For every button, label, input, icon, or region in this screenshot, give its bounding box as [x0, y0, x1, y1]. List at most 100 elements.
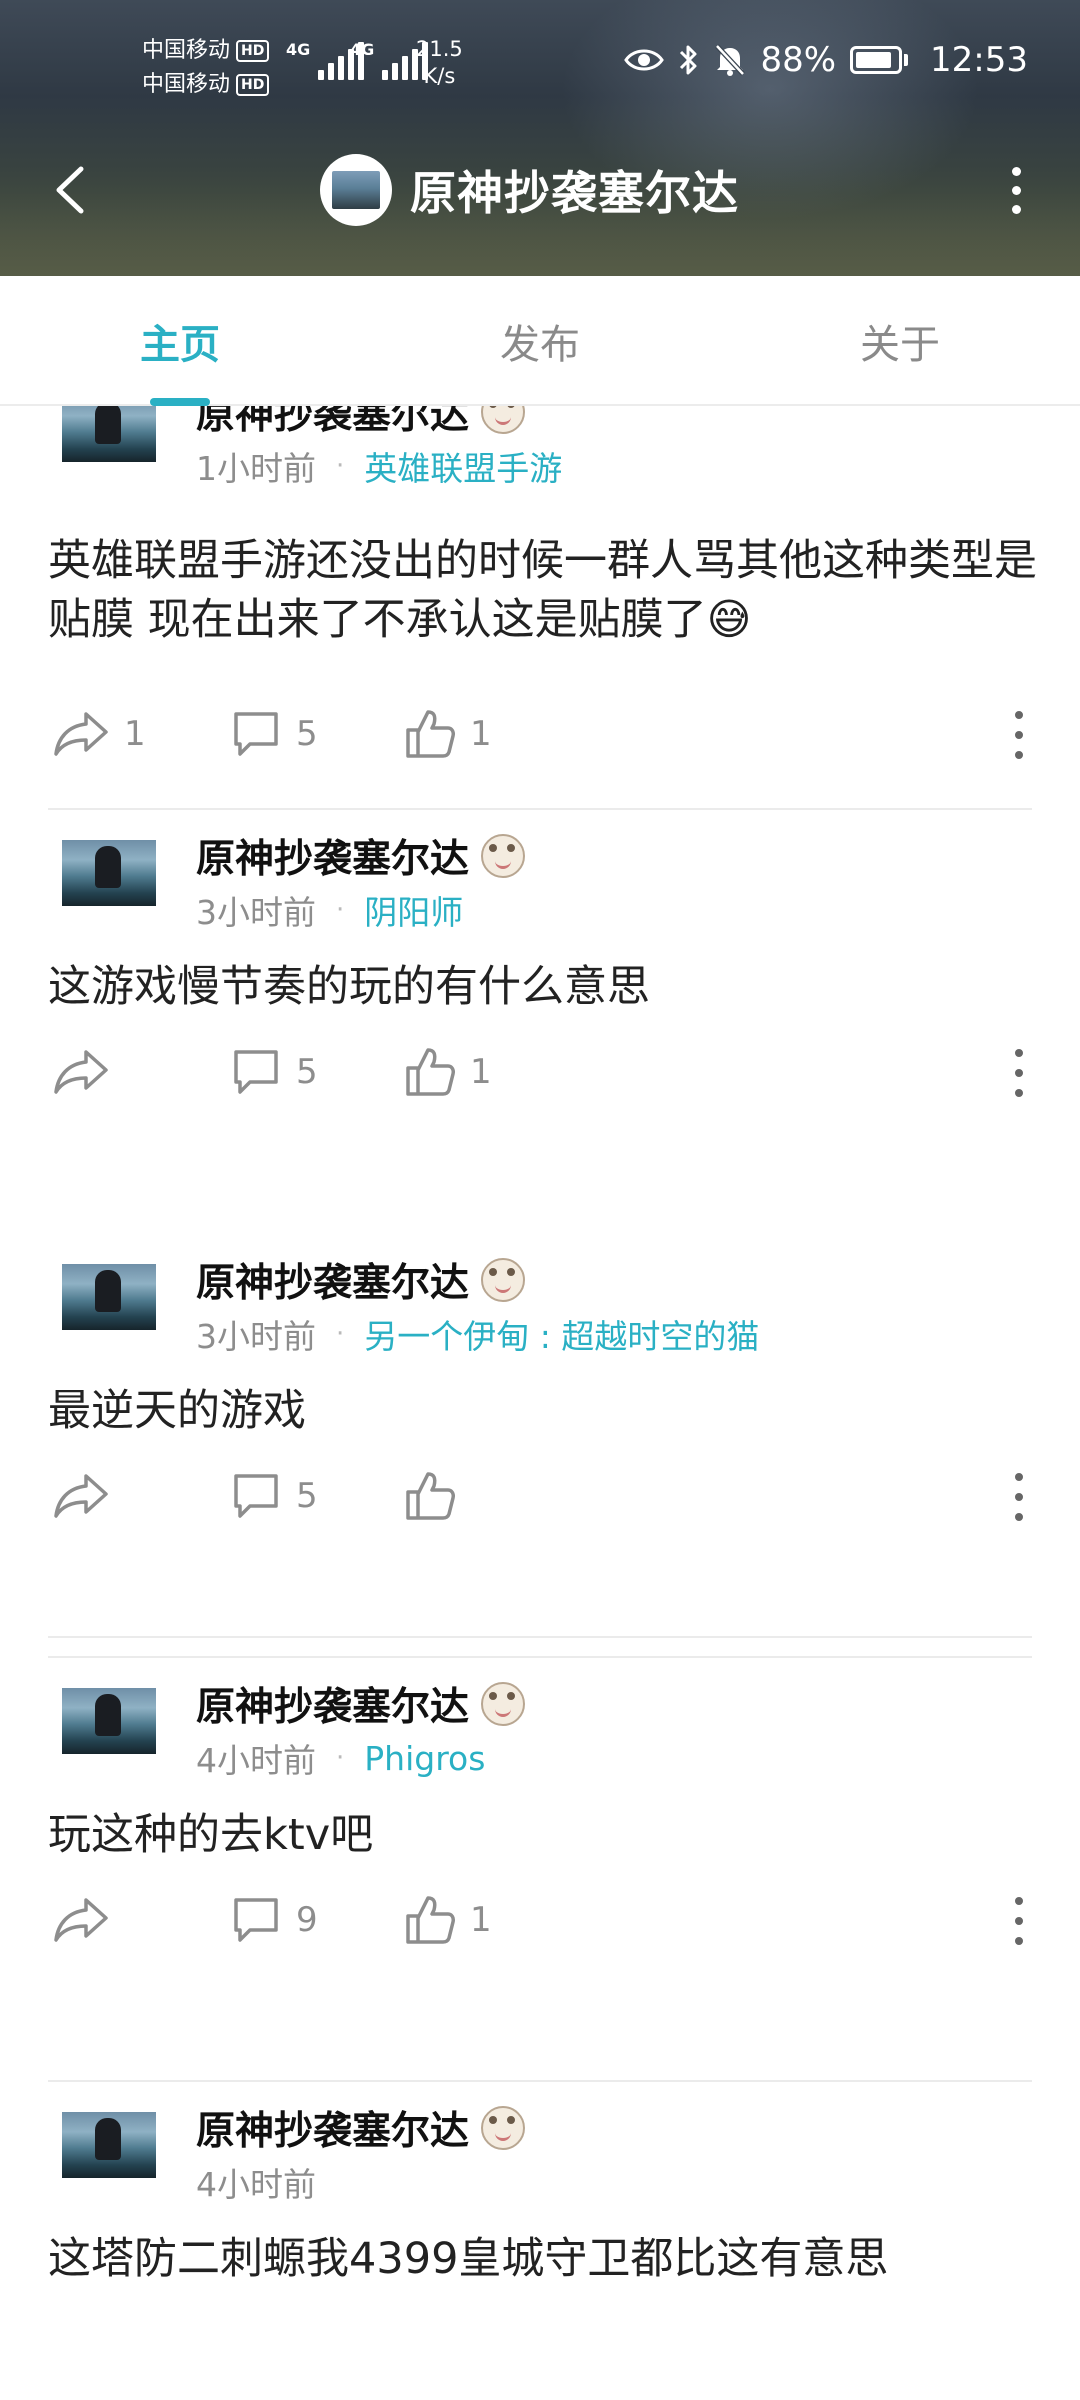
like-button[interactable]: 1 — [404, 1037, 492, 1107]
divider — [48, 1636, 1032, 1638]
comment-button[interactable]: 9 — [230, 1885, 318, 1955]
share-button[interactable] — [52, 1461, 124, 1531]
share-button[interactable]: 1 — [52, 699, 146, 769]
avatar[interactable] — [62, 1264, 156, 1330]
battery-percent: 88% — [760, 40, 837, 80]
goat-badge-icon — [481, 406, 526, 434]
header: 中国移动 HD 中国移动 HD 4G 4G 21.5 K/s 88% 12:53… — [0, 0, 1080, 276]
post-actions: 9 1 — [0, 1885, 1080, 1955]
carrier-2: 中国移动 — [142, 72, 231, 97]
back-button[interactable] — [40, 160, 100, 220]
share-arrow-icon — [54, 1474, 108, 1518]
post-text[interactable]: 最逆天的游戏 — [48, 1382, 1038, 1441]
comment-icon — [234, 712, 278, 756]
tab-home[interactable]: 主页 — [0, 276, 360, 406]
like-button[interactable]: 1 — [404, 699, 492, 769]
back-arrow-icon — [56, 166, 84, 214]
more-vertical-icon[interactable] — [986, 160, 1046, 220]
post-text[interactable]: 玩这种的去ktv吧 — [48, 1806, 1038, 1865]
speed-value: 21.5 — [416, 37, 463, 61]
post-topic-link[interactable]: 英雄联盟手游 — [364, 442, 562, 490]
post-more-icon[interactable] — [1004, 1049, 1034, 1097]
share-button[interactable] — [52, 1037, 124, 1107]
comment-icon — [234, 1898, 278, 1942]
thumbs-up-icon — [406, 1472, 455, 1520]
battery-icon — [850, 46, 909, 74]
avatar[interactable] — [62, 840, 156, 906]
tab-bar: 主页 发布 关于 — [0, 276, 1080, 406]
tab-posts[interactable]: 发布 — [360, 276, 720, 406]
title-group: 原神抄袭塞尔达 — [320, 154, 739, 226]
separator-dot: · — [336, 451, 345, 481]
comment-count: 5 — [296, 714, 318, 754]
post-more-icon[interactable] — [1004, 1897, 1034, 1945]
separator-dot: · — [336, 1319, 345, 1349]
share-count: 1 — [124, 714, 146, 754]
post-header: 原神抄袭塞尔达 1小时前 · 英雄联盟手游 — [0, 406, 1080, 516]
feed[interactable]: 原神抄袭塞尔达 1小时前 · 英雄联盟手游 英雄联盟手游还没出的时候一群人骂其他… — [0, 406, 1080, 2400]
separator-dot: · — [336, 1743, 345, 1773]
like-button[interactable]: 1 — [404, 1885, 492, 1955]
post-time: 4小时前 — [196, 1741, 316, 1780]
carrier-info: 中国移动 HD 中国移动 HD — [142, 34, 270, 102]
tab-about[interactable]: 关于 — [720, 276, 1080, 406]
post-header: 原神抄袭塞尔达 4小时前 — [0, 2082, 1080, 2232]
comment-button[interactable]: 5 — [230, 699, 318, 769]
page-title: 原神抄袭塞尔达 — [410, 166, 739, 220]
username[interactable]: 原神抄袭塞尔达 — [196, 828, 469, 884]
speed-unit: K/s — [423, 64, 456, 88]
username[interactable]: 原神抄袭塞尔达 — [196, 2100, 469, 2156]
thumbs-up-icon — [406, 710, 455, 758]
thumbs-up-icon — [406, 1896, 455, 1944]
system-icons: 88% 12:53 — [624, 40, 1028, 80]
post-time: 3小时前 — [196, 1317, 316, 1356]
network-type: 4G — [350, 40, 375, 59]
goat-badge-icon — [481, 1682, 526, 1726]
post-actions: 5 — [0, 1461, 1080, 1531]
post-header: 原神抄袭塞尔达 3小时前 · 另一个伊甸 : 超越时空的猫 — [0, 1234, 1080, 1384]
avatar[interactable] — [62, 1688, 156, 1754]
share-arrow-icon — [54, 1898, 108, 1942]
title-avatar — [320, 154, 392, 226]
post-actions: 5 1 — [0, 1037, 1080, 1107]
username[interactable]: 原神抄袭塞尔达 — [196, 1676, 469, 1732]
like-count: 1 — [470, 1900, 492, 1940]
clock: 12:53 — [930, 40, 1028, 80]
avatar[interactable] — [62, 2112, 156, 2178]
post-time: 1小时前 — [196, 449, 316, 488]
thumbs-up-icon — [406, 1048, 455, 1096]
like-button[interactable] — [404, 1461, 470, 1531]
post-time: 4小时前 — [196, 2165, 316, 2204]
comment-icon — [234, 1474, 278, 1518]
eye-icon — [624, 46, 665, 74]
post-header: 原神抄袭塞尔达 3小时前 · 阴阳师 — [0, 810, 1080, 960]
tab-indicator — [150, 398, 210, 406]
post-text[interactable]: 这塔防二刺螈我4399皇城守卫都比这有意思 — [48, 2230, 1038, 2289]
post-more-icon[interactable] — [1004, 1473, 1034, 1521]
comment-count: 5 — [296, 1052, 318, 1092]
share-arrow-icon — [54, 712, 108, 756]
hd-badge: HD — [236, 74, 270, 96]
post-text[interactable]: 英雄联盟手游还没出的时候一群人骂其他这种类型是贴膜 现在出来了不承认这是贴膜了😅 — [48, 532, 1038, 650]
mute-bell-icon — [714, 43, 746, 77]
avatar[interactable] — [62, 406, 156, 462]
post-more-icon[interactable] — [1004, 711, 1034, 759]
username[interactable]: 原神抄袭塞尔达 — [196, 1252, 469, 1308]
like-count: 1 — [470, 714, 492, 754]
post-topic-link[interactable]: Phigros — [364, 1739, 485, 1778]
comment-count: 9 — [296, 1900, 318, 1940]
share-button[interactable] — [52, 1885, 124, 1955]
share-arrow-icon — [54, 1050, 108, 1094]
username[interactable]: 原神抄袭塞尔达 — [196, 406, 469, 440]
post-text[interactable]: 这游戏慢节奏的玩的有什么意思 — [48, 958, 1038, 1017]
post-topic-link[interactable]: 另一个伊甸 : 超越时空的猫 — [364, 1310, 759, 1358]
post-header: 原神抄袭塞尔达 4小时前 · Phigros — [0, 1658, 1080, 1808]
post-topic-link[interactable]: 阴阳师 — [364, 886, 463, 934]
goat-badge-icon — [481, 1258, 526, 1302]
separator-dot: · — [336, 895, 345, 925]
goat-badge-icon — [481, 2106, 526, 2150]
comment-button[interactable]: 5 — [230, 1037, 318, 1107]
carrier-1: 中国移动 — [142, 38, 231, 63]
comment-button[interactable]: 5 — [230, 1461, 318, 1531]
comment-count: 5 — [296, 1476, 318, 1516]
